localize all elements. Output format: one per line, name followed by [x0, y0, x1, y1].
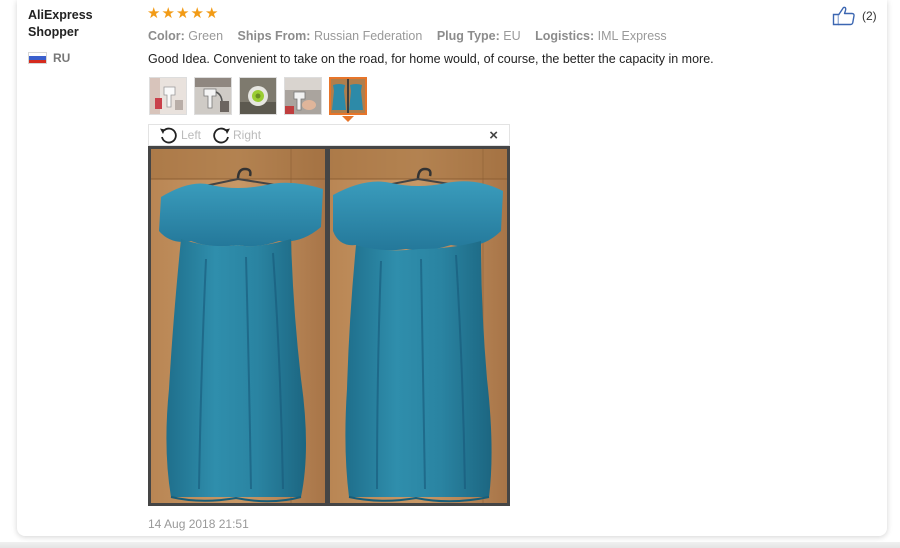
helpful-button[interactable]: (2) — [832, 6, 877, 26]
country-code: RU — [53, 51, 71, 65]
next-review-edge — [0, 542, 900, 548]
viewer-toolbar: Left Right × — [148, 124, 510, 146]
rotate-left-label: Left — [181, 128, 202, 142]
review-photo — [148, 146, 510, 506]
attribute-color: Color: Green — [148, 29, 224, 43]
review-date: 14 Aug 2018 21:51 — [148, 517, 249, 531]
star-icon: ★ — [205, 5, 219, 22]
star-icon: ★ — [161, 5, 175, 22]
attribute-plug-type: Plug Type: EU — [436, 29, 521, 43]
rotate-left-button[interactable]: Left — [158, 126, 201, 144]
star-icon: ★ — [190, 5, 204, 22]
close-viewer-button[interactable]: × — [489, 128, 498, 143]
thumbs-up-icon — [832, 6, 855, 26]
russia-flag-icon — [28, 52, 47, 64]
attribute-logistics: Logistics: IML Express — [535, 29, 667, 43]
rotate-right-label: Right — [233, 128, 262, 142]
thumbnail-steamer-hanging[interactable] — [194, 77, 232, 115]
rotate-right-button[interactable]: Right — [210, 126, 261, 144]
rotate-right-icon — [213, 127, 231, 144]
star-icon: ★ — [176, 5, 190, 22]
reviewer-country: RU — [28, 51, 70, 65]
thumbnail-steamer-hand[interactable] — [284, 77, 322, 115]
helpful-count: (2) — [862, 9, 877, 23]
attribute-ships-from: Ships From: Russian Federation — [237, 29, 423, 43]
dress-photo-image — [151, 149, 507, 503]
review-photo-thumbnails — [149, 77, 374, 115]
thumbnail-steamer-green[interactable] — [239, 77, 277, 115]
thumbnail-steamer-red[interactable] — [149, 77, 187, 115]
photo-viewer: Left Right × — [148, 124, 510, 506]
active-thumbnail-pointer — [342, 116, 354, 122]
rotate-left-icon — [160, 127, 177, 144]
order-attributes: Color: Green Ships From: Russian Federat… — [148, 29, 678, 43]
thumbnail-dresses[interactable] — [329, 77, 367, 115]
star-icon: ★ — [147, 5, 161, 22]
star-rating: ★ ★ ★ ★ ★ — [147, 6, 220, 22]
review-text: Good Idea. Convenient to take on the roa… — [148, 52, 714, 66]
reviewer-name: AliExpress Shopper — [28, 8, 93, 39]
